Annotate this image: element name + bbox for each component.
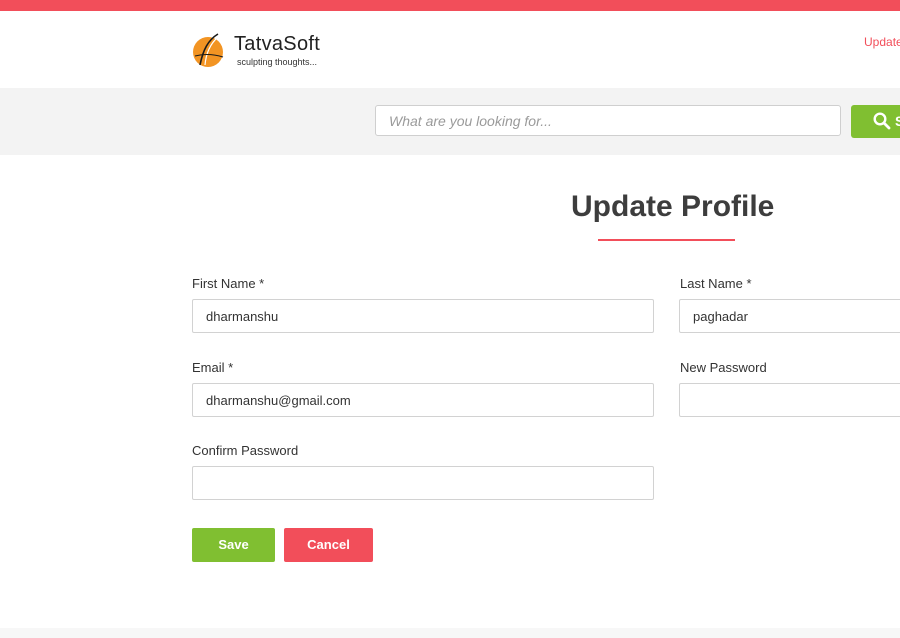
header-update-link[interactable]: Update: [864, 35, 900, 49]
footer-band: [0, 628, 900, 638]
title-underline: [598, 239, 735, 241]
last-name-label: Last Name *: [680, 276, 752, 291]
brand-logo[interactable]: TatvaSoft sculpting thoughts...: [191, 30, 351, 72]
brand-name: TatvaSoft: [234, 33, 321, 55]
first-name-field[interactable]: [192, 299, 654, 333]
brand-tagline: sculpting thoughts...: [237, 57, 318, 67]
search-button[interactable]: S: [851, 105, 900, 138]
confirm-password-field[interactable]: [192, 466, 654, 500]
page-title: Update Profile: [571, 190, 775, 223]
save-button[interactable]: Save: [192, 528, 275, 562]
top-accent-strip: [0, 0, 900, 11]
confirm-password-label: Confirm Password: [192, 443, 299, 458]
search-input[interactable]: [375, 105, 841, 136]
cancel-button[interactable]: Cancel: [284, 528, 373, 562]
new-password-field[interactable]: [679, 383, 900, 417]
search-bar: S: [0, 88, 900, 155]
logo-mark-icon: [193, 33, 224, 67]
email-label: Email *: [192, 360, 234, 375]
site-header: TatvaSoft sculpting thoughts... Update: [0, 11, 900, 88]
new-password-label: New Password: [680, 360, 767, 375]
email-field[interactable]: [192, 383, 654, 417]
search-icon: [873, 112, 891, 130]
last-name-field[interactable]: [679, 299, 900, 333]
first-name-label: First Name *: [192, 276, 265, 291]
search-button-label: S: [895, 113, 900, 129]
